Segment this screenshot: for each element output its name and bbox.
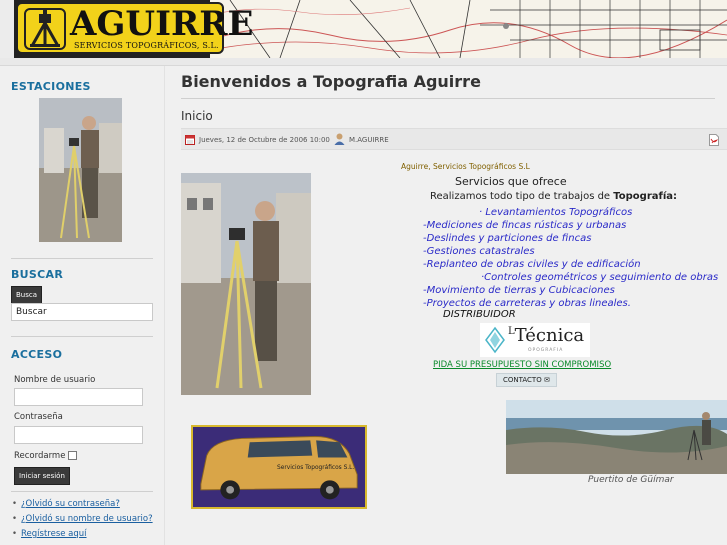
header-strip [0, 58, 727, 66]
bullet-icon: • [12, 529, 18, 539]
logo-title: AGUIRRE [70, 4, 254, 44]
services-subtitle-prefix: Realizamos todo tipo de trabajos de [430, 191, 614, 202]
sidebar: ESTACIONES BUSCAR Busca Buscar ACCESO No… [0, 66, 165, 545]
tecnica-logo-word: Técnica [514, 325, 585, 346]
company-van-image: Servicios Topográficos S.L. [191, 425, 367, 509]
register-text: Regístrese aquí [21, 529, 87, 539]
logo-subtitle: SERVICIOS TOPOGRÁFICOS, S.L. [74, 41, 219, 50]
page-title: Bienvenidos a Topografia Aguirre [181, 72, 481, 91]
services-title: Servicios que ofrece [455, 175, 567, 188]
register-link[interactable]: • Regístrese aquí [12, 529, 87, 539]
forgot-username-link[interactable]: • ¿Olvidó su nombre de usuario? [12, 514, 153, 524]
forgot-password-link[interactable]: • ¿Olvidó su contraseña? [12, 499, 120, 509]
tecnica-logo-sup: L [508, 326, 515, 337]
quote-request-link[interactable]: PIDA SU PRESUPUESTO SIN COMPROMISO [433, 360, 611, 370]
search-button[interactable]: Busca [11, 286, 43, 304]
surveyor-thumbnail-image[interactable] [39, 98, 122, 242]
sidebar-divider [11, 336, 153, 337]
username-label: Nombre de usuario [14, 375, 96, 385]
pdf-icon[interactable] [709, 134, 719, 146]
remember-label: Recordarme [14, 451, 66, 461]
services-subtitle-bold: Topografía: [613, 191, 678, 202]
service-item: · Levantamientos Topográficos [479, 207, 633, 218]
forgot-username-text: ¿Olvidó su nombre de usuario? [21, 514, 153, 524]
service-item: -Movimiento de tierras y Cubicaciones [423, 285, 615, 296]
service-item: ·Controles geométricos y seguimiento de … [481, 272, 719, 283]
service-item: -Gestiones catastrales [423, 246, 535, 257]
surveyor-photo [181, 173, 311, 395]
header-banner: AGUIRRE SERVICIOS TOPOGRÁFICOS, S.L. [14, 0, 727, 58]
theodolite-logo-icon [24, 8, 66, 50]
service-item: -Proyectos de carreteras y obras lineale… [423, 298, 631, 309]
services-subtitle: Realizamos todo tipo de trabajos de Topo… [430, 191, 677, 202]
photo-caption: Puertito de Güímar [588, 475, 674, 485]
service-item: -Mediciones de fincas rústicas y urbanas [423, 220, 627, 231]
login-button[interactable]: Iniciar sesión [14, 467, 70, 485]
password-label: Contraseña [14, 412, 63, 422]
buscar-heading: BUSCAR [11, 268, 64, 281]
page: AGUIRRE SERVICIOS TOPOGRÁFICOS, S.L. EST… [0, 0, 727, 545]
article-author: M.AGUIRRE [349, 136, 389, 144]
article-date: Jueves, 12 de Octubre de 2006 10:00 [199, 136, 330, 144]
acceso-heading: ACCESO [11, 348, 63, 361]
sidebar-divider [11, 491, 153, 492]
contact-button[interactable]: CONTACTO ✉ [496, 373, 557, 387]
bullet-icon: • [12, 499, 18, 509]
site-header: AGUIRRE SERVICIOS TOPOGRÁFICOS, S.L. [0, 0, 727, 66]
password-input[interactable] [14, 426, 143, 444]
article-title[interactable]: Inicio [181, 109, 213, 123]
contact-label: CONTACTO [503, 376, 542, 384]
article-meta-bar: Jueves, 12 de Octubre de 2006 10:00 M.AG… [181, 128, 727, 150]
company-logo[interactable]: AGUIRRE SERVICIOS TOPOGRÁFICOS, S.L. [16, 2, 253, 54]
distributor-logo[interactable]: LTécnica OPOGRAFIA [480, 323, 590, 357]
title-divider [181, 98, 715, 99]
search-input[interactable]: Buscar [11, 303, 153, 321]
tecnica-logo-text: LTécnica [508, 325, 584, 346]
topographic-map-banner [210, 0, 727, 58]
sidebar-divider [11, 258, 153, 259]
distributor-label: DISTRIBUIDOR [443, 309, 516, 320]
tecnica-logo-sub: OPOGRAFIA [528, 348, 564, 353]
intro-line: Aguirre, Servicios Topográficos S.L [401, 162, 530, 171]
bullet-icon: • [12, 514, 18, 524]
service-item: -Replanteo de obras civiles y de edifica… [423, 259, 641, 270]
service-item: -Deslindes y particiones de fincas [423, 233, 592, 244]
username-input[interactable] [14, 388, 143, 406]
calendar-icon [185, 135, 195, 145]
estaciones-heading: ESTACIONES [11, 80, 91, 93]
coast-photo [506, 400, 727, 474]
mail-icon: ✉ [543, 376, 550, 384]
remember-checkbox[interactable] [68, 451, 77, 460]
van-lettering: Servicios Topográficos S.L. [277, 464, 354, 471]
user-icon [334, 133, 345, 145]
main-content: Bienvenidos a Topografia Aguirre Inicio … [165, 66, 727, 545]
tecnica-emblem-icon [485, 326, 505, 354]
forgot-password-text: ¿Olvidó su contraseña? [21, 499, 120, 509]
